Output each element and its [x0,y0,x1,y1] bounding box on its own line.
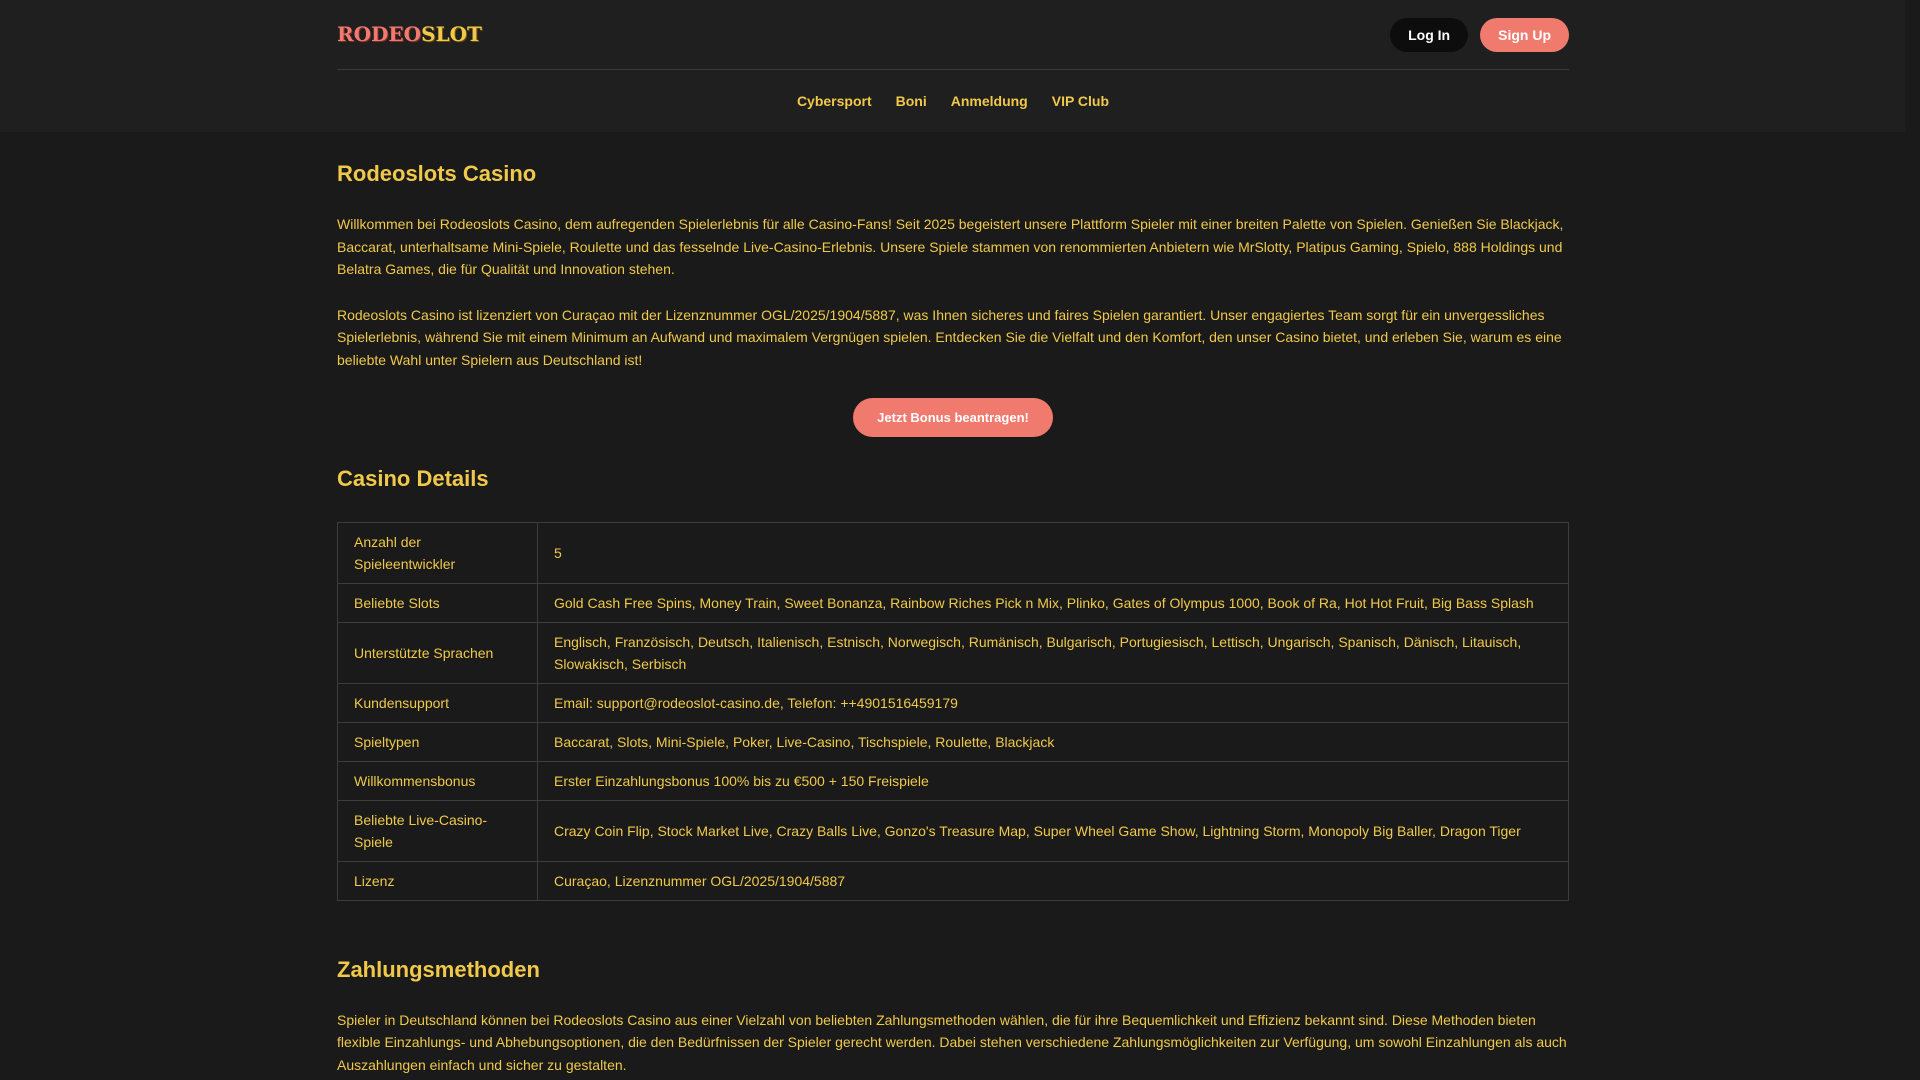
nav-item-boni[interactable]: Boni [896,93,927,109]
details-heading: Casino Details [337,465,489,491]
table-row: Anzahl der Spieleentwickler 5 [337,521,1569,584]
table-row: Kundensupport Email: support@rodeoslot-c… [337,682,1569,723]
nav-item-vip-club[interactable]: VIP Club [1052,93,1109,109]
table-value: Baccarat, Slots, Mini-Spiele, Poker, Liv… [537,721,1569,762]
auth-buttons: Log In Sign Up [1390,18,1569,52]
table-key: Beliebte Live-Casino-Spiele [337,799,538,862]
signup-button[interactable]: Sign Up [1480,18,1569,52]
table-row: Beliebte Slots Gold Cash Free Spins, Mon… [337,582,1569,623]
table-value: Gold Cash Free Spins, Money Train, Sweet… [537,582,1569,623]
site-logo[interactable]: RODEOSLOT [337,22,482,46]
main-nav: Cybersport Boni Anmeldung VIP Club [337,70,1569,109]
table-value: Erster Einzahlungsbonus 100% bis zu €500… [537,760,1569,801]
table-key: Willkommensbonus [337,760,538,801]
table-row: Unterstützte Sprachen Englisch, Französi… [337,621,1569,684]
nav-item-anmeldung[interactable]: Anmeldung [951,93,1028,109]
intro-paragraph-2: Rodeoslots Casino ist lizenziert von Cur… [337,306,1562,368]
table-key: Beliebte Slots [337,582,538,623]
table-key: Lizenz [337,860,538,901]
cta-wrapper: Jetzt Bonus beantragen! [337,397,1569,437]
main-content: Rodeoslots Casino Willkommen bei Rodeosl… [337,161,1569,1076]
site-header: RODEOSLOT Log In Sign Up Cybersport Boni… [0,0,1905,132]
login-button[interactable]: Log In [1390,18,1469,52]
table-value: 5 [537,521,1569,584]
logo-text-slot: SLOT [421,22,482,46]
table-value: Email: support@rodeoslot-casino.de, Tele… [537,682,1569,723]
table-value: Curaçao, Lizenznummer OGL/2025/1904/5887 [537,860,1569,901]
bonus-cta-button[interactable]: Jetzt Bonus beantragen! [853,397,1053,437]
nav-item-cybersport[interactable]: Cybersport [797,93,872,109]
header-inner: RODEOSLOT Log In Sign Up Cybersport Boni… [337,0,1569,132]
table-key: Kundensupport [337,682,538,723]
table-value: Englisch, Französisch, Deutsch, Italieni… [537,621,1569,684]
table-value: Crazy Coin Flip, Stock Market Live, Craz… [537,799,1569,862]
table-key: Anzahl der Spieleentwickler [337,521,538,584]
casino-details-table: Anzahl der Spieleentwickler 5 Beliebte S… [337,521,1569,901]
payments-heading: Zahlungsmethoden [337,956,540,982]
payments-paragraph: Spieler in Deutschland können bei Rodeos… [337,1011,1567,1073]
intro-paragraph-1: Willkommen bei Rodeoslots Casino, dem au… [337,216,1564,278]
table-row: Spieltypen Baccarat, Slots, Mini-Spiele,… [337,721,1569,762]
table-key: Spieltypen [337,721,538,762]
page: RODEOSLOT Log In Sign Up Cybersport Boni… [0,0,1905,1080]
logo-text-rodeo: RODEO [337,22,422,46]
page-title: Rodeoslots Casino [337,161,537,186]
table-key: Unterstützte Sprachen [337,621,538,684]
table-row: Lizenz Curaçao, Lizenznummer OGL/2025/19… [337,860,1569,901]
table-row: Beliebte Live-Casino-Spiele Crazy Coin F… [337,799,1569,862]
table-row: Willkommensbonus Erster Einzahlungsbonus… [337,760,1569,801]
top-bar: RODEOSLOT Log In Sign Up [337,0,1569,70]
